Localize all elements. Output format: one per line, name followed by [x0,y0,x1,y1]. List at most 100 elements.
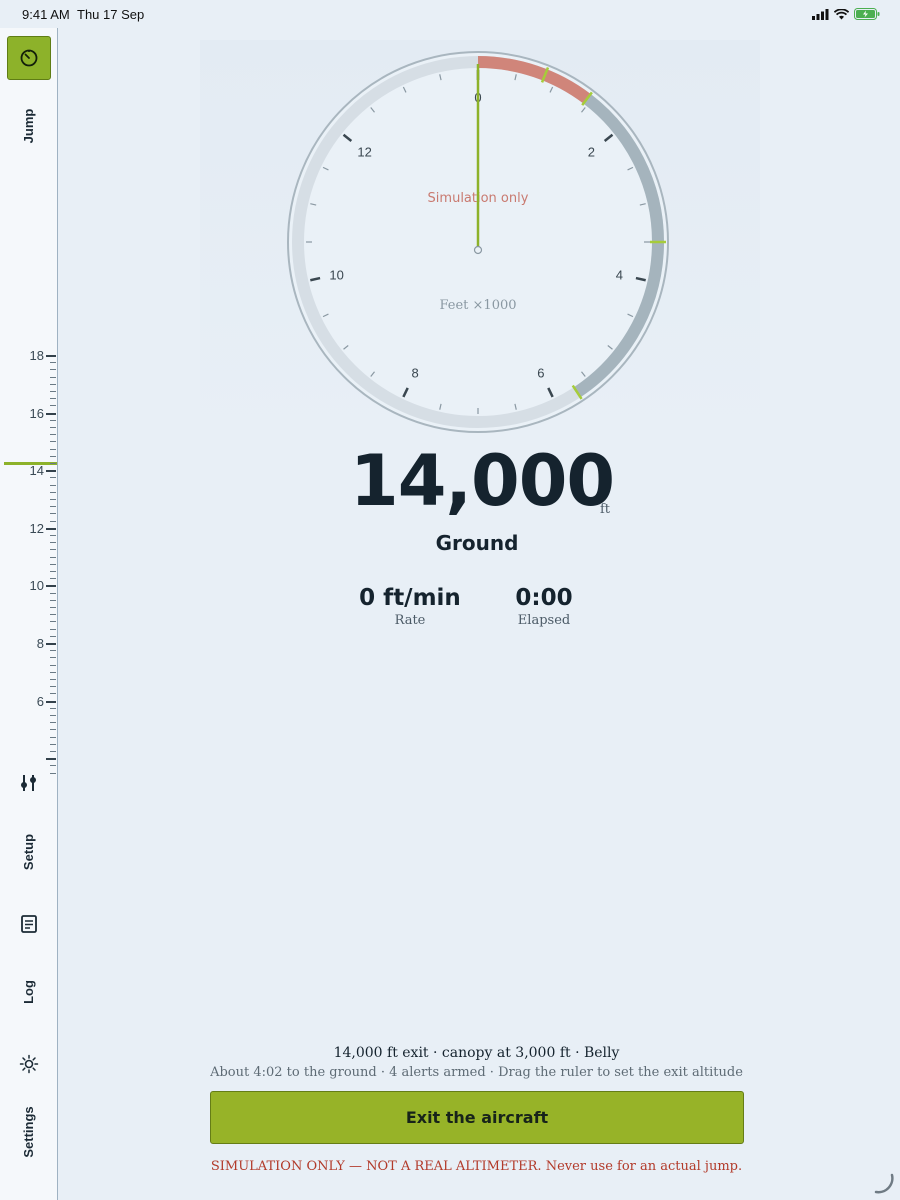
ruler-minor-tick [50,556,56,558]
ruler-minor-tick [50,751,56,752]
ruler-minor-tick [50,571,56,572]
ruler-minor-tick [50,484,56,486]
jump-tab-button[interactable] [7,36,51,80]
ruler-minor-tick [50,765,56,767]
simulation-warning: SIMULATION ONLY — NOT A REAL ALTIMETER. … [210,1159,743,1174]
ruler-minor-tick [50,578,56,580]
ruler-minor-tick [50,599,56,601]
dial-label: 4 [616,267,623,282]
ruler-minor-tick [50,722,56,724]
sun-icon[interactable] [18,1053,40,1075]
altitude-unit: ft [600,502,611,517]
ruler-minor-tick [50,650,56,652]
ruler-minor-tick [50,621,56,623]
ruler-minor-tick [50,664,56,666]
tab-settings-label[interactable]: Settings [21,1092,37,1172]
elapsed-stat: 0:00 Elapsed [474,585,614,628]
ruler-minor-tick [50,520,56,522]
ruler-label: 14 [29,463,44,478]
ruler-minor-tick [50,463,56,464]
ruler-major-tick [46,585,56,588]
ruler-minor-tick [50,614,56,616]
elapsed-label: Elapsed [517,613,571,628]
gauge-icon [20,49,38,67]
ruler-major-tick [46,355,56,357]
ruler-minor-tick [50,535,56,536]
wifi-icon [834,8,849,19]
altitude-ruler[interactable]: 18 16 14 12 10 8 6 [0,340,58,774]
log-icon[interactable] [18,913,40,935]
ruler-minor-tick [50,398,56,400]
ruler-minor-tick [50,448,56,450]
status-time: 9:41 AM [22,7,70,22]
ruler-major-tick [46,412,56,415]
ruler-minor-tick [50,693,56,695]
ruler-minor-tick [50,506,56,508]
ruler-label: 18 [29,348,44,363]
ruler-minor-tick [50,563,56,565]
ruler-minor-tick [50,715,56,716]
ruler-minor-tick [50,369,56,371]
ruler-label: 6 [36,694,44,709]
rate-label: Rate [394,613,426,628]
ruler-minor-tick [50,383,56,385]
ruler-minor-tick [50,362,56,364]
ruler-minor-tick [50,491,56,493]
ruler-label: 12 [29,521,44,536]
ruler-minor-tick [50,549,56,551]
tab-log-label[interactable]: Log [21,952,37,1032]
ruler-minor-tick [50,743,56,745]
signal-icon [812,8,829,20]
sliders-icon[interactable] [18,772,40,794]
ruler-minor-tick [50,635,56,637]
battery-icon [854,8,880,20]
status-date: Thu 17 Sep [77,7,145,22]
ruler-minor-tick [50,376,56,378]
loading-spinner-icon [874,1173,894,1194]
ruler-minor-tick [50,729,56,731]
jump-summary: 14,000 ft exit · canopy at 3,000 ft · Be… [333,1045,620,1061]
ruler-minor-tick [50,419,56,421]
ruler-minor-tick [50,772,56,774]
elapsed-value: 0:00 [515,585,573,611]
ruler-label: 16 [29,406,44,421]
ruler-major-tick [46,527,56,530]
tab-jump-label[interactable]: Jump [21,86,37,166]
ruler-minor-tick [50,405,56,407]
ruler-minor-tick [50,607,56,608]
ruler-minor-tick [50,455,56,457]
status-icons [812,8,880,20]
dial-label: 10 [329,267,343,282]
ruler-minor-tick [50,686,56,688]
altimeter-dial: Simulation only Feet ×1000 024681012 [287,51,669,433]
ruler-label: 8 [36,636,44,651]
ruler-minor-tick [50,477,56,479]
ruler-minor-tick [50,592,56,594]
dial-label: 12 [357,145,371,160]
ruler-minor-tick [50,628,56,630]
altimeter-panel: Simulation only Feet ×1000 024681012 [200,40,760,440]
ruler-minor-tick [50,441,56,443]
ruler-minor-tick [50,679,56,680]
ruler-major-tick [46,643,56,645]
phase-label: Ground [435,531,519,555]
ruler-minor-tick [50,707,56,709]
ruler-minor-tick [50,391,56,392]
rate-value: 0 ft/min [359,585,461,611]
dial-label: 8 [411,366,418,381]
ruler-major-tick [46,470,56,473]
ruler-minor-tick [50,542,56,544]
unit-label: Feet ×1000 [439,298,516,313]
ruler-minor-tick [50,499,56,500]
jump-subsummary: About 4:02 to the ground · 4 alerts arme… [210,1065,743,1080]
tab-setup-label[interactable]: Setup [21,812,37,892]
dial-label: 2 [588,145,595,160]
altitude-readout: 14,000 [350,440,615,522]
exit-aircraft-button[interactable]: Exit the aircraft [210,1091,744,1144]
ruler-minor-tick [50,736,56,738]
ruler-minor-tick [50,427,56,428]
dial-label: 6 [537,366,544,381]
ruler-label: 10 [29,578,44,593]
status-bar: 9:41 AM Thu 17 Sep [0,0,900,28]
ruler-major-tick [46,758,56,761]
